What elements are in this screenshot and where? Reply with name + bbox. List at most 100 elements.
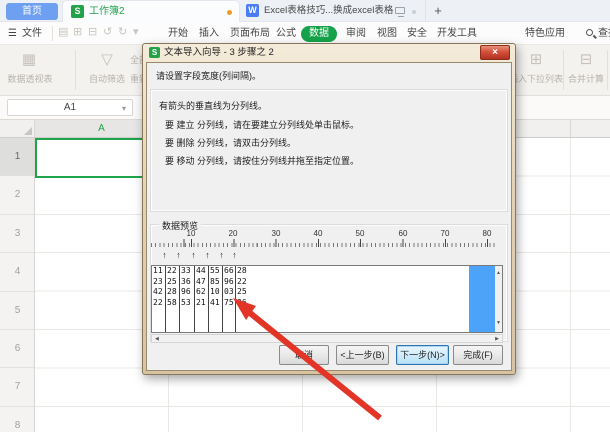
menu-page-layout[interactable]: 页面布局	[230, 26, 270, 42]
preview-icon[interactable]: ⊟	[88, 25, 97, 38]
ruler-label: 70	[440, 229, 450, 238]
cancel-button[interactable]: 取消	[279, 345, 329, 365]
dialog-title[interactable]: 文本导入向导 - 3 步骤之 2	[164, 46, 274, 60]
row-header-4[interactable]: 4	[0, 253, 34, 292]
vertical-scrollbar[interactable]: ▲ ▼	[495, 266, 502, 332]
menu-search-label[interactable]: 查找	[598, 26, 610, 42]
preview-cell: 28	[167, 287, 177, 296]
row-header-2[interactable]: 2	[0, 176, 34, 215]
scroll-left-icon[interactable]: ◀	[155, 336, 159, 342]
dialog-body: 请设置字段宽度(列间隔)。 有箭头的垂直线为分列线。 要 建立 分列线，请在要建…	[146, 62, 512, 371]
preview-row: 42 28 96 62 10 03 25	[152, 287, 468, 298]
preview-cell: 41	[210, 297, 220, 307]
scroll-up-icon[interactable]: ▲	[495, 270, 502, 276]
pivot-table-label[interactable]: 数据透视表	[2, 72, 58, 85]
name-box[interactable]: A1 ▾	[7, 99, 133, 116]
preview-cell: 58	[167, 297, 177, 307]
monitor-icon[interactable]	[395, 7, 405, 17]
scrollbar-thumb[interactable]	[469, 266, 495, 332]
status-dot-icon	[412, 10, 416, 14]
preview-cell: 33	[181, 266, 191, 275]
row-header-8[interactable]: 8	[0, 407, 34, 432]
menu-bar: ☰ 文件 ▤ ⊞ ⊟ ↺ ↻ ▾ 开始 插入 页面布局 公式 数据 审阅 视图 …	[0, 22, 610, 45]
consolidate-label[interactable]: 合并计算	[566, 72, 606, 85]
close-icon[interactable]: ×	[480, 45, 510, 60]
break-arrow-icon[interactable]: ↑	[203, 249, 212, 261]
autofilter-label[interactable]: 自动筛选	[84, 72, 130, 85]
wps-writer-icon: W	[246, 4, 259, 17]
preview-cell: 03	[224, 287, 234, 296]
horizontal-scrollbar[interactable]: ◀ ▶	[151, 334, 503, 343]
menu-view[interactable]: 视图	[377, 26, 397, 42]
select-all-corner[interactable]	[0, 120, 35, 138]
break-arrow-icon[interactable]: ↑	[189, 249, 198, 261]
preview-cell: 85	[210, 276, 220, 286]
pivot-table-icon[interactable]: ▦	[14, 50, 44, 68]
menu-special-apps[interactable]: 特色应用	[525, 26, 565, 42]
divider	[75, 50, 76, 90]
instruction-line: 要 移动 分列线，请按住分列线并拖至指定位置。	[165, 156, 360, 166]
back-button[interactable]: <上一步(B)	[336, 345, 389, 365]
preview-cell: 23	[153, 276, 163, 286]
break-arrow-icon[interactable]: ↑	[160, 249, 169, 261]
menu-review[interactable]: 审阅	[346, 26, 366, 42]
corner-triangle-icon	[24, 127, 32, 135]
tab-excel-doc-label: Excel表格技巧...换成excel表格	[264, 5, 394, 16]
preview-cell: 42	[153, 287, 163, 296]
menu-security[interactable]: 安全	[407, 26, 427, 42]
scroll-right-icon[interactable]: ▶	[495, 336, 499, 342]
row-header-6[interactable]: 6	[0, 330, 34, 369]
row-header-5[interactable]: 5	[0, 292, 34, 330]
tab-bar: 首页 S 工作簿2 W Excel表格技巧...换成excel表格 +	[0, 0, 610, 22]
preview-cell: 22	[153, 297, 163, 307]
preview-cell: 62	[196, 287, 206, 296]
preview-cell: 96	[237, 297, 247, 307]
print-icon[interactable]: ⊞	[73, 25, 82, 38]
consolidate-icon[interactable]: ⊟	[574, 50, 598, 68]
scroll-down-icon[interactable]: ▼	[495, 320, 502, 326]
autofilter-icon[interactable]: ▽	[92, 50, 122, 68]
instruction-line: 要 删除 分列线，请双击分列线。	[165, 138, 297, 148]
break-arrow-icon[interactable]: ↑	[230, 249, 239, 261]
menu-dev-tools[interactable]: 开发工具	[437, 26, 477, 42]
home-tab[interactable]: 首页	[6, 3, 58, 20]
menu-data-active[interactable]: 数据	[301, 26, 337, 42]
preview-cell: 44	[196, 266, 206, 275]
preview-cell: 55	[210, 266, 220, 275]
unsaved-dot-icon	[227, 10, 232, 15]
row-header-3[interactable]: 3	[0, 215, 34, 254]
tab-workbook2[interactable]: S 工作簿2	[62, 0, 240, 22]
row-header-7[interactable]: 7	[0, 368, 34, 407]
wps-sheet-icon: S	[149, 47, 160, 58]
menu-home[interactable]: 开始	[168, 26, 188, 42]
preview-cell: 47	[196, 276, 206, 286]
preview-cell: 21	[196, 297, 206, 307]
menu-formulas[interactable]: 公式	[276, 26, 296, 42]
data-preview-area[interactable]: 11 22 33 44 55 66 28 23 25 36 47 85 96 2…	[151, 265, 503, 333]
tab-excel-doc[interactable]: W Excel表格技巧...换成excel表格	[240, 0, 426, 22]
break-arrow-icon[interactable]: ↑	[174, 249, 183, 261]
insert-dropdown-label[interactable]: 插入下拉列表	[508, 72, 564, 85]
finish-button[interactable]: 完成(F)	[453, 345, 503, 365]
chevron-down-icon[interactable]: ▾	[122, 101, 126, 116]
ruler-label: 30	[271, 229, 281, 238]
menu-insert[interactable]: 插入	[199, 26, 219, 42]
next-button[interactable]: 下一步(N)>	[396, 345, 449, 365]
undo-icon[interactable]: ↺	[103, 25, 112, 38]
search-icon[interactable]	[586, 29, 593, 36]
redo-icon[interactable]: ↻	[118, 25, 127, 38]
break-arrow-icon[interactable]: ↑	[217, 249, 226, 261]
row-header-1[interactable]: 1	[0, 138, 34, 177]
preview-cell: 10	[210, 287, 220, 296]
save-icon[interactable]: ▤	[58, 25, 68, 38]
ruler-label: 50	[355, 229, 365, 238]
more-icon[interactable]: ▾	[133, 25, 139, 38]
ruler-label: 10	[186, 229, 196, 238]
insert-dropdown-icon[interactable]: ⊞	[524, 50, 548, 68]
preview-cell: 25	[237, 287, 247, 296]
divider	[563, 50, 564, 90]
new-tab-button[interactable]: +	[430, 2, 446, 20]
row-headers: 1 2 3 4 5 6 7 8	[0, 138, 35, 432]
file-menu[interactable]: 文件	[22, 26, 42, 42]
wps-sheet-icon: S	[71, 5, 84, 18]
